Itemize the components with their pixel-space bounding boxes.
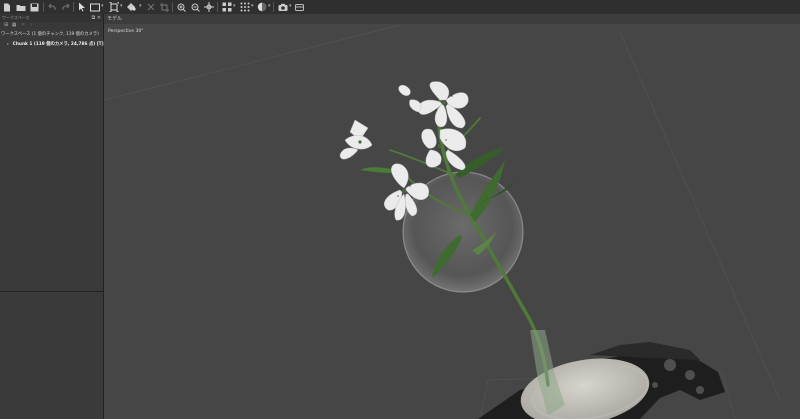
view-toggle-icon[interactable] (221, 1, 232, 13)
open-folder-icon[interactable] (15, 1, 26, 13)
move-region-icon[interactable] (125, 1, 137, 13)
3d-model-render (104, 24, 781, 419)
viewport-projection-label: Perspective 30° (108, 29, 144, 34)
workspace-panel-title: ワークスペース (2, 15, 30, 20)
crop-icon[interactable] (159, 1, 169, 13)
main-toolbar: ▾ ▾ ▾ ▾ ▾ ▾ ▾ (0, 0, 800, 15)
delete-icon[interactable] (146, 1, 155, 13)
add-chunk-icon[interactable]: ⊞ (4, 22, 8, 28)
chunk-expand-icon[interactable]: ▸ (7, 42, 9, 47)
redo-icon[interactable] (60, 1, 70, 13)
shading-icon[interactable] (256, 1, 267, 13)
resize-region-caret[interactable]: ▾ (120, 3, 123, 9)
rectangle-selection-caret[interactable]: ▾ (101, 3, 104, 9)
rectangle-selection-icon[interactable] (89, 1, 100, 13)
workspace-panel: ワークスペース ⧉ ✕ ⊞ ▦ ✕ ▿ ワークスペース (1 個のチャンク, 1… (0, 14, 104, 419)
view-toggle-caret[interactable]: ▾ (233, 3, 236, 9)
grid-icon[interactable] (239, 1, 250, 13)
model-tab-header: モデル (104, 14, 800, 24)
remove-item-icon[interactable]: ✕ (21, 22, 25, 28)
navigation-pointer-icon[interactable] (77, 1, 86, 13)
add-photos-icon[interactable]: ▦ (12, 22, 17, 28)
workspace-root-label: ワークスペース (1 個のチャンク, 119 個のカメラ) (1, 32, 99, 37)
shading-caret[interactable]: ▾ (268, 3, 271, 9)
camera-icon[interactable] (277, 1, 288, 13)
save-icon[interactable] (29, 1, 39, 13)
chunk-label: Chunk 1 (119 個のカメラ, 24,786 点) [T] (12, 42, 104, 47)
resize-region-icon[interactable] (108, 1, 119, 13)
undo-icon[interactable] (47, 1, 57, 13)
workspace-tree-chunk-1[interactable]: ▸ Chunk 1 (119 個のカメラ, 24,786 点) [T] (7, 41, 104, 48)
move-object-icon[interactable] (203, 1, 214, 13)
move-region-caret[interactable]: ▾ (139, 3, 142, 9)
workspace-tree-root[interactable]: ワークスペース (1 個のチャンク, 119 個のカメラ) (1, 31, 99, 38)
zoom-out-icon[interactable] (190, 1, 200, 13)
zoom-in-icon[interactable] (176, 1, 186, 13)
model-tab-label: モデル (107, 16, 123, 22)
settings-icon[interactable] (294, 1, 304, 13)
workspace-panel-header: ワークスペース ⧉ ✕ (0, 14, 103, 22)
camera-caret[interactable]: ▾ (289, 3, 292, 9)
workspace-mini-toolbar: ⊞ ▦ ✕ ▿ (0, 22, 103, 29)
model-viewport[interactable]: Perspective 30° (104, 24, 800, 419)
new-file-icon[interactable] (2, 1, 12, 13)
filter-icon[interactable]: ▿ (30, 22, 33, 28)
panel-divider[interactable] (0, 291, 103, 292)
panel-float-close-icon[interactable]: ⧉ ✕ (92, 14, 101, 22)
grid-caret[interactable]: ▾ (251, 3, 254, 9)
